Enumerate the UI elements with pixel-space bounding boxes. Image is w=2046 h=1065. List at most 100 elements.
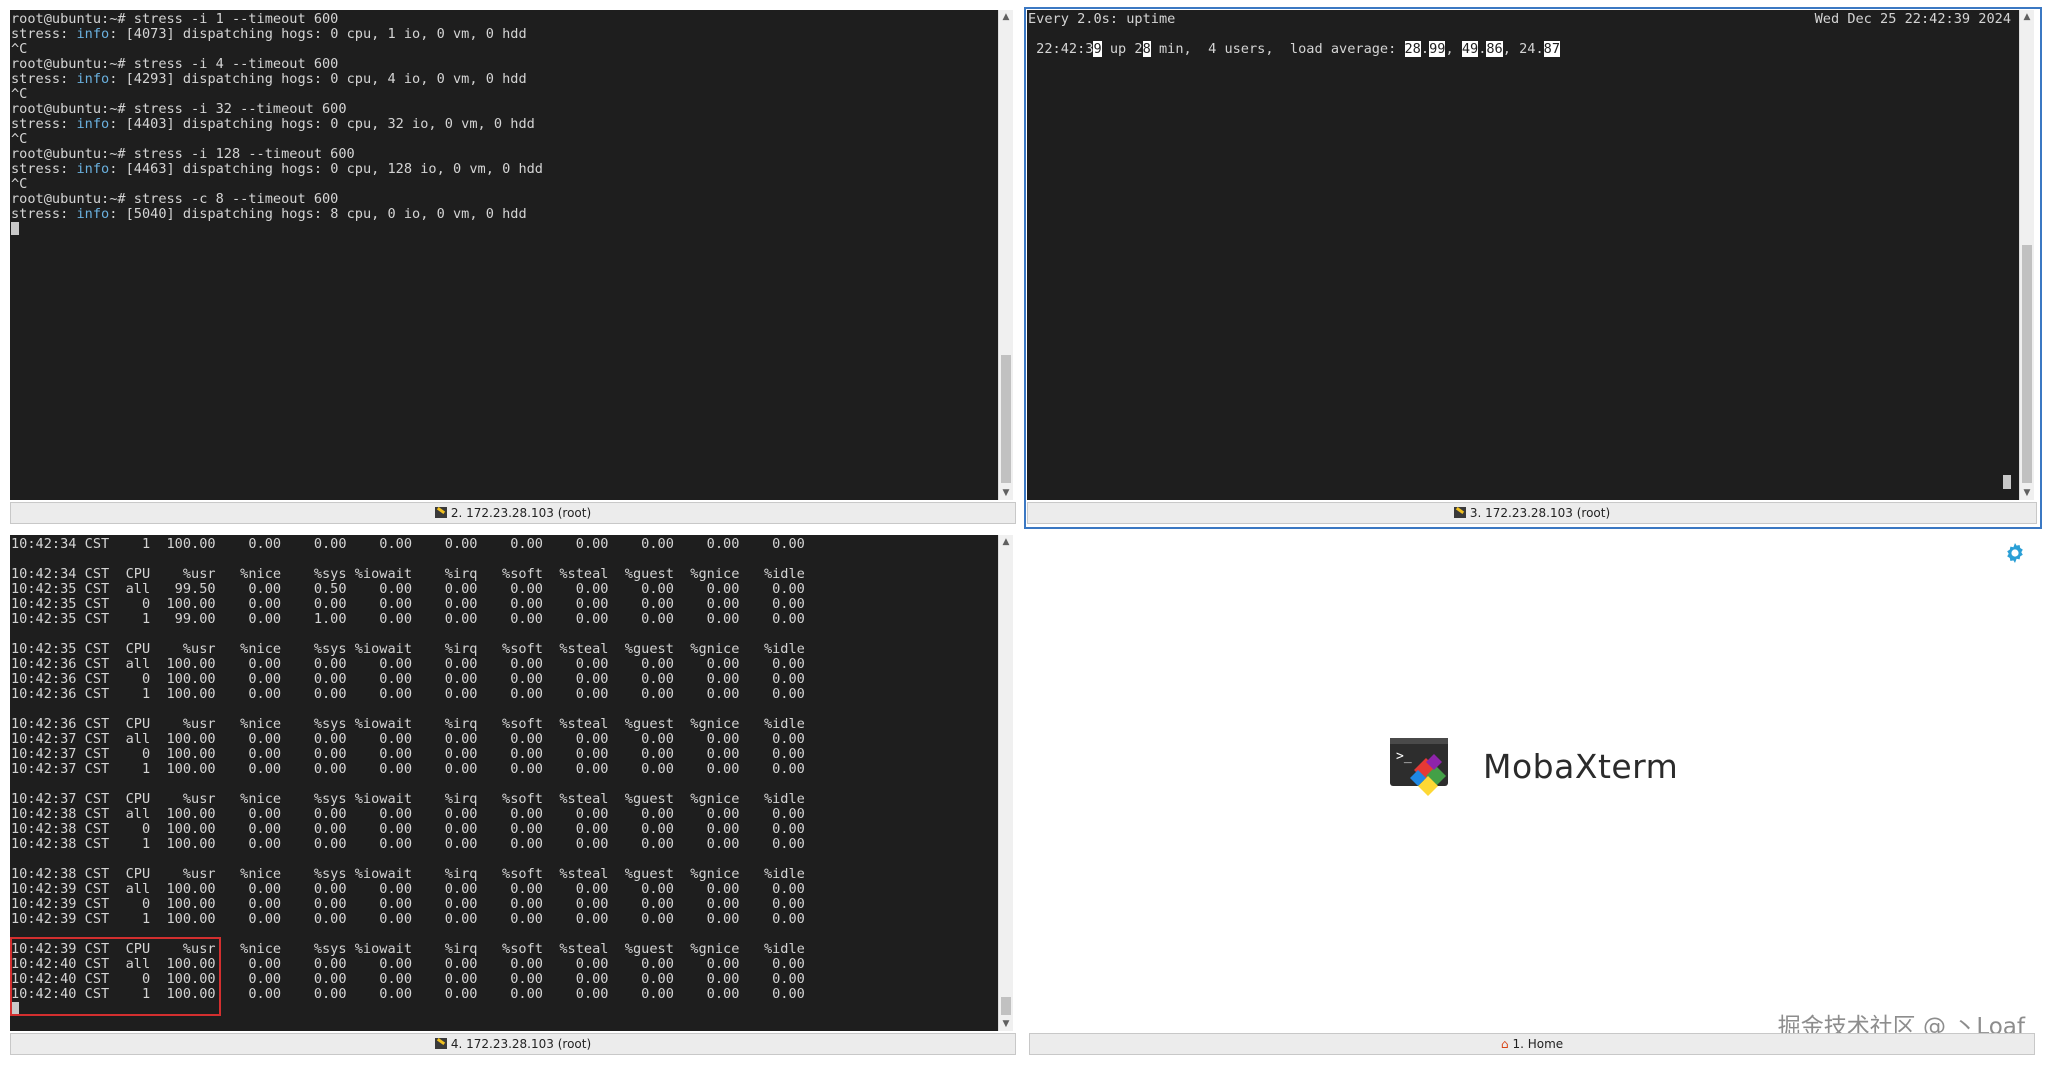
session-tab-label: 4. 172.23.28.103 (root) xyxy=(450,1037,592,1051)
terminal-line: root@ubuntu:~# stress -c 8 --timeout 600 xyxy=(11,192,543,207)
highlighted-text: 99 xyxy=(1429,41,1446,57)
highlighted-text: 9 xyxy=(1093,41,1102,57)
terminal-pane-2[interactable]: root@ubuntu:~# stress -i 1 --timeout 600… xyxy=(10,10,1016,524)
terminal-pane-4[interactable]: 10:42:34 CST 1 100.00 0.00 0.00 0.00 0.0… xyxy=(10,535,1016,1055)
vertical-scrollbar[interactable]: ▲ ▼ xyxy=(998,535,1013,1031)
session-tab-4[interactable]: 4. 172.23.28.103 (root) xyxy=(10,1033,1016,1055)
terminal-cursor xyxy=(11,222,19,235)
terminal-output[interactable]: Every 2.0s: uptime Wed Dec 25 22:42:39 2… xyxy=(1027,10,2019,500)
terminal-cursor xyxy=(2003,475,2011,489)
terminal-output[interactable]: root@ubuntu:~# stress -i 1 --timeout 600… xyxy=(10,10,998,500)
terminal-text: . xyxy=(1420,41,1430,57)
mpstat-row: 10:42:34 CST CPU %usr %nice %sys %iowait… xyxy=(11,566,805,582)
mpstat-row: 10:42:38 CST 0 100.00 0.00 0.00 0.00 0.0… xyxy=(11,821,805,837)
scroll-up-arrow-icon[interactable]: ▲ xyxy=(999,535,1013,549)
terminal-text: , 24. xyxy=(1502,41,1544,57)
terminal-pane-3[interactable]: Every 2.0s: uptime Wed Dec 25 22:42:39 2… xyxy=(1027,10,2037,524)
mpstat-row: 10:42:36 CST all 100.00 0.00 0.00 0.00 0… xyxy=(11,656,805,672)
mpstat-row: 10:42:38 CST 1 100.00 0.00 0.00 0.00 0.0… xyxy=(11,836,805,852)
scroll-thumb[interactable] xyxy=(2022,245,2032,483)
mpstat-row: 10:42:36 CST 0 100.00 0.00 0.00 0.00 0.0… xyxy=(11,671,805,687)
mpstat-row: 10:42:37 CST 1 100.00 0.00 0.00 0.00 0.0… xyxy=(11,761,805,777)
session-tab-3[interactable]: 3. 172.23.28.103 (root) xyxy=(1027,502,2037,524)
scroll-down-arrow-icon[interactable]: ▼ xyxy=(999,1017,1013,1031)
mpstat-row: 10:42:35 CST CPU %usr %nice %sys %iowait… xyxy=(11,641,805,657)
scroll-down-arrow-icon[interactable]: ▼ xyxy=(2020,486,2034,500)
terminal-line: stress: info: [4293] dispatching hogs: 0… xyxy=(11,72,543,87)
settings-gear-icon[interactable] xyxy=(2003,541,2027,565)
info-label: info xyxy=(76,26,110,42)
mpstat-row: 10:42:38 CST CPU %usr %nice %sys %iowait… xyxy=(11,866,805,882)
session-tab-2[interactable]: 2. 172.23.28.103 (root) xyxy=(10,502,1016,524)
mpstat-row: 10:42:36 CST 1 100.00 0.00 0.00 0.00 0.0… xyxy=(11,686,805,702)
terminal-text: : [5040] dispatching hogs: 8 cpu, 0 io, … xyxy=(109,206,527,222)
info-label: info xyxy=(76,161,110,177)
terminal-text: ^C xyxy=(11,176,28,192)
mpstat-row: 10:42:39 CST all 100.00 0.00 0.00 0.00 0… xyxy=(11,881,805,897)
mpstat-row: 10:42:37 CST CPU %usr %nice %sys %iowait… xyxy=(11,791,805,807)
terminal-text: 22:42:3 xyxy=(1028,41,1094,57)
session-tab-home[interactable]: ⌂ 1. Home xyxy=(1029,1033,2035,1055)
terminal-text: min, 4 users, load average: xyxy=(1150,41,1405,57)
terminal-text: root@ubuntu:~# stress -i 4 --timeout 600 xyxy=(11,56,339,72)
terminal-text: stress: xyxy=(11,26,77,42)
session-tab-label: 3. 172.23.28.103 (root) xyxy=(1469,506,1611,520)
terminal-text: root@ubuntu:~# stress -c 8 --timeout 600 xyxy=(11,191,339,207)
terminal-text: stress: xyxy=(11,206,77,222)
mpstat-row: 10:42:34 CST 1 100.00 0.00 0.00 0.00 0.0… xyxy=(11,536,805,552)
mobaxterm-logo: >_ xyxy=(1388,736,1454,800)
mpstat-row: 10:42:36 CST CPU %usr %nice %sys %iowait… xyxy=(11,716,805,732)
session-tab-label: 1. Home xyxy=(1512,1037,1564,1051)
terminal-lines: root@ubuntu:~# stress -i 1 --timeout 600… xyxy=(11,12,543,237)
terminal-text: : [4073] dispatching hogs: 0 cpu, 1 io, … xyxy=(109,26,527,42)
terminal-text: ^C xyxy=(11,41,28,57)
highlighted-text: 87 xyxy=(1543,41,1561,57)
terminal-text: : [4463] dispatching hogs: 0 cpu, 128 io… xyxy=(109,161,543,177)
mpstat-row: 10:42:39 CST 1 100.00 0.00 0.00 0.00 0.0… xyxy=(11,911,805,927)
terminal-text: , xyxy=(1445,41,1462,57)
terminal-line: root@ubuntu:~# stress -i 32 --timeout 60… xyxy=(11,102,543,117)
terminal-line: root@ubuntu:~# stress -i 4 --timeout 600 xyxy=(11,57,543,72)
scroll-thumb[interactable] xyxy=(1001,355,1011,483)
terminal-line xyxy=(11,222,543,237)
home-pane: >_ MobaXterm 掘金技术社区 @ 丶Loaf ⌂ 1. Home xyxy=(1027,535,2037,1055)
scroll-up-arrow-icon[interactable]: ▲ xyxy=(2020,10,2034,24)
terminal-text: ^C xyxy=(11,86,28,102)
info-label: info xyxy=(76,71,110,87)
home-icon: ⌂ xyxy=(1500,1037,1509,1051)
vertical-scrollbar[interactable]: ▲ ▼ xyxy=(998,10,1013,500)
terminal-output[interactable]: 10:42:34 CST 1 100.00 0.00 0.00 0.00 0.0… xyxy=(10,535,998,1031)
highlight-box xyxy=(10,937,221,1016)
terminal-line: ^C xyxy=(11,87,543,102)
terminal-text: stress: xyxy=(11,161,77,177)
terminal-session-icon xyxy=(1453,507,1466,518)
terminal-text: up 2 xyxy=(1101,41,1143,57)
svg-text:>_: >_ xyxy=(1396,749,1412,764)
scroll-up-arrow-icon[interactable]: ▲ xyxy=(999,10,1013,24)
terminal-text: root@ubuntu:~# stress -i 1 --timeout 600 xyxy=(11,11,339,27)
scroll-down-arrow-icon[interactable]: ▼ xyxy=(999,486,1013,500)
mpstat-row: 10:42:38 CST all 100.00 0.00 0.00 0.00 0… xyxy=(11,806,805,822)
terminal-line: ^C xyxy=(11,42,543,57)
mpstat-row: 10:42:37 CST 0 100.00 0.00 0.00 0.00 0.0… xyxy=(11,746,805,762)
terminal-text: ^C xyxy=(11,131,28,147)
terminal-line: stress: info: [4403] dispatching hogs: 0… xyxy=(11,117,543,132)
mpstat-row: 10:42:35 CST 1 99.00 0.00 1.00 0.00 0.00… xyxy=(11,611,805,627)
highlighted-text: 8 xyxy=(1142,41,1151,57)
highlighted-text: 49 xyxy=(1461,41,1479,57)
terminal-session-icon xyxy=(434,1038,447,1049)
terminal-line: stress: info: [4463] dispatching hogs: 0… xyxy=(11,162,543,177)
terminal-line: stress: info: [4073] dispatching hogs: 0… xyxy=(11,27,543,42)
info-label: info xyxy=(76,116,110,132)
terminal-text: root@ubuntu:~# stress -i 128 --timeout 6… xyxy=(11,146,355,162)
scroll-thumb[interactable] xyxy=(1001,997,1011,1015)
session-tab-label: 2. 172.23.28.103 (root) xyxy=(450,506,592,520)
terminal-line: ^C xyxy=(11,132,543,147)
terminal-line: root@ubuntu:~# stress -i 1 --timeout 600 xyxy=(11,12,543,27)
mpstat-row: 10:42:35 CST 0 100.00 0.00 0.00 0.00 0.0… xyxy=(11,596,805,612)
vertical-scrollbar[interactable]: ▲ ▼ xyxy=(2019,10,2034,500)
